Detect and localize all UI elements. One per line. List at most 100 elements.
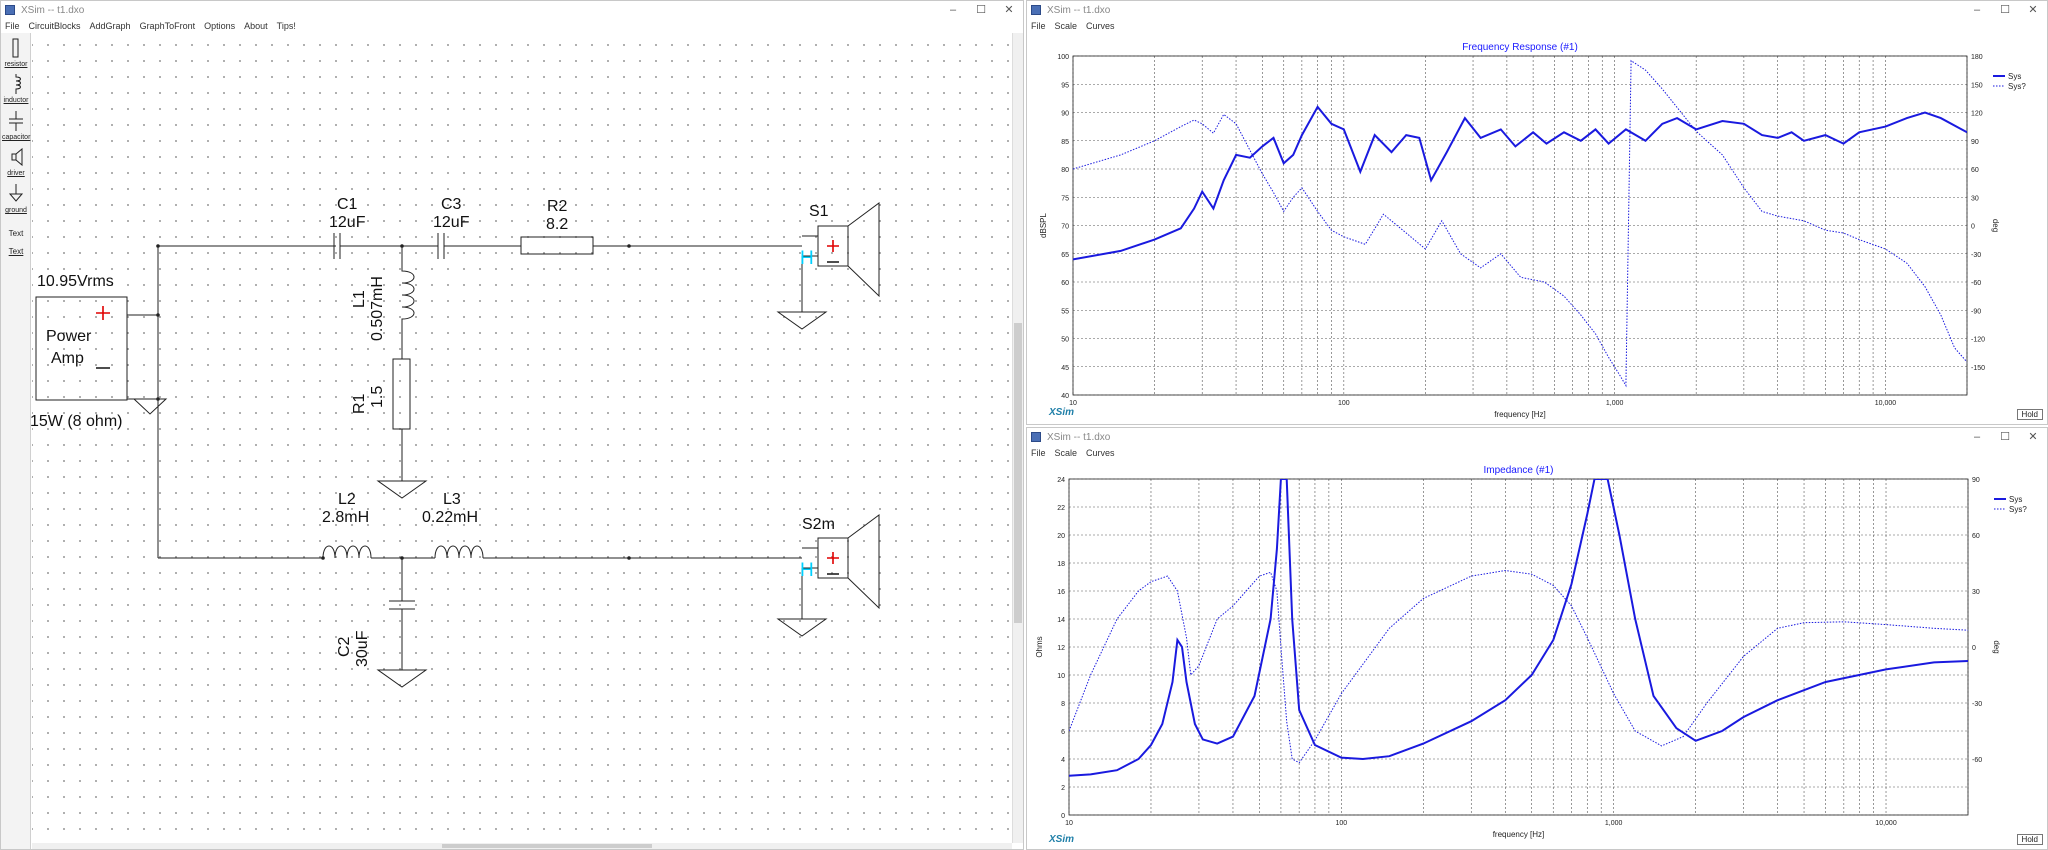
close-icon[interactable]: ✕ xyxy=(2019,428,2047,446)
y2-tick-label: 60 xyxy=(1971,167,1979,174)
menu-graphtofront[interactable]: GraphToFront xyxy=(140,21,196,31)
ground-icon xyxy=(8,184,24,202)
frequency-response-chart[interactable]: 404550556065707580859095100-150-120-90-6… xyxy=(1027,33,2047,425)
tool-resistor[interactable]: resistor xyxy=(2,37,30,68)
c2-value: 30uF xyxy=(354,630,371,667)
graph1-menubar: File Scale Curves xyxy=(1027,19,2047,33)
tool-text-underlined[interactable]: Text xyxy=(2,247,30,256)
close-icon[interactable]: ✕ xyxy=(2019,1,2047,19)
y2-tick-label: 30 xyxy=(1971,195,1979,202)
menu-curves[interactable]: Curves xyxy=(1086,448,1115,458)
wire-amp xyxy=(126,314,158,400)
schematic-canvas[interactable]: H H C1 12uF C3 12uF R2 8.2 S1 L1 0.507mH… xyxy=(30,33,1012,843)
hold-button[interactable]: Hold xyxy=(2016,834,2043,845)
chart-title: Impedance (#1) xyxy=(1483,465,1553,476)
r1-symbol[interactable] xyxy=(392,358,411,430)
y-tick-label: 65 xyxy=(1061,252,1069,259)
s1-name: S1 xyxy=(809,203,829,220)
y-tick-label: 14 xyxy=(1057,617,1065,624)
s2m-h-marker: H xyxy=(800,560,814,581)
tool-text-plain[interactable]: Text xyxy=(2,229,30,238)
power-amp-box[interactable] xyxy=(35,296,128,401)
y2-tick-label: 0 xyxy=(1972,645,1976,652)
y-tick-label: 45 xyxy=(1061,365,1069,372)
r2-symbol[interactable] xyxy=(520,236,594,255)
ground-s2m[interactable] xyxy=(776,618,828,637)
impedance-window: XSim -- t1.dxo – ☐ ✕ File Scale Curves 0… xyxy=(1026,427,2048,850)
menu-about[interactable]: About xyxy=(244,21,268,31)
y2-tick-label: -60 xyxy=(1971,280,1981,287)
driver-icon xyxy=(11,147,23,167)
menu-scale[interactable]: Scale xyxy=(1055,448,1078,458)
y2-tick-label: -60 xyxy=(1972,757,1982,764)
horizontal-scrollbar[interactable] xyxy=(32,843,1012,849)
app-icon xyxy=(5,5,15,15)
tool-resistor-label: resistor xyxy=(4,61,28,68)
ground-r1[interactable] xyxy=(376,480,428,499)
hold-button[interactable]: Hold xyxy=(2016,409,2043,420)
menu-options[interactable]: Options xyxy=(204,21,235,31)
ground-amp[interactable] xyxy=(132,398,168,415)
s2m-plus-icon xyxy=(827,552,839,564)
tool-text-underlined-label: Text xyxy=(8,247,24,256)
menu-tips[interactable]: Tips! xyxy=(277,21,296,31)
ground-s1[interactable] xyxy=(776,311,828,330)
maximize-icon[interactable]: ☐ xyxy=(967,1,995,19)
menu-circuitblocks[interactable]: CircuitBlocks xyxy=(29,21,81,31)
minimize-icon[interactable]: – xyxy=(939,1,967,19)
resistor-icon xyxy=(12,38,19,58)
menu-scale[interactable]: Scale xyxy=(1055,21,1078,31)
y2-axis-label: deg xyxy=(1991,219,2000,232)
c2-name: C2 xyxy=(336,636,353,657)
schematic-wiring: H H xyxy=(35,202,880,688)
menu-file[interactable]: File xyxy=(1031,448,1046,458)
amp-plus-icon xyxy=(96,306,110,320)
y-tick-label: 75 xyxy=(1061,195,1069,202)
c3-value: 12uF xyxy=(433,214,470,231)
legend-label: Sys xyxy=(2009,495,2022,504)
r2-name: R2 xyxy=(547,198,568,215)
y-tick-label: 20 xyxy=(1057,533,1065,540)
y2-tick-label: -150 xyxy=(1971,365,1985,372)
menu-file[interactable]: File xyxy=(5,21,20,31)
minimize-icon[interactable]: – xyxy=(1963,1,1991,19)
menu-file[interactable]: File xyxy=(1031,21,1046,31)
l2-symbol[interactable] xyxy=(322,545,372,559)
impedance-chart[interactable]: 024681012141618202224-60-30030609010 100 1… xyxy=(1027,460,2047,850)
l3-symbol[interactable] xyxy=(434,545,484,559)
tool-inductor-label: inductor xyxy=(3,97,29,104)
c3-symbol[interactable] xyxy=(437,233,445,259)
tool-inductor[interactable]: inductor xyxy=(2,73,30,104)
tool-capacitor[interactable]: capacitor xyxy=(2,110,30,141)
maximize-icon[interactable]: ☐ xyxy=(1991,428,2019,446)
y-tick-label: 10 xyxy=(1057,673,1065,680)
chart-title: Frequency Response (#1) xyxy=(1462,42,1578,53)
inductor-icon xyxy=(15,74,21,94)
amp-label-line1: Power xyxy=(46,328,92,345)
y2-tick-label: -90 xyxy=(1971,308,1981,315)
ground-c2[interactable] xyxy=(376,669,428,688)
tool-driver-label: driver xyxy=(7,170,25,177)
close-icon[interactable]: ✕ xyxy=(995,1,1023,19)
maximize-icon[interactable]: ☐ xyxy=(1991,1,2019,19)
y-tick-label: 100 xyxy=(1057,54,1069,61)
s1-plus-icon xyxy=(827,240,839,252)
series-sys-phase-line xyxy=(1069,569,1968,764)
y-tick-label: 16 xyxy=(1057,589,1065,596)
graph1-titlebar: XSim -- t1.dxo – ☐ ✕ xyxy=(1027,1,2047,19)
menu-addgraph[interactable]: AddGraph xyxy=(90,21,131,31)
tool-driver[interactable]: driver xyxy=(2,146,30,177)
tool-capacitor-label: capacitor xyxy=(2,134,31,141)
tool-ground[interactable]: ground xyxy=(2,183,30,214)
y2-tick-label: 180 xyxy=(1971,54,1983,61)
vertical-scrollbar[interactable] xyxy=(1012,33,1023,843)
menu-curves[interactable]: Curves xyxy=(1086,21,1115,31)
r2-value: 8.2 xyxy=(546,216,569,233)
schematic-titlebar: XSim -- t1.dxo – ☐ ✕ xyxy=(1,1,1023,19)
series-sys-line xyxy=(1073,105,1967,261)
minimize-icon[interactable]: – xyxy=(1963,428,1991,446)
l2-value: 2.8mH xyxy=(322,509,370,526)
c2-symbol[interactable] xyxy=(389,558,415,670)
xsim-logo: XSim xyxy=(1049,407,1075,418)
l1-symbol[interactable] xyxy=(401,246,415,359)
